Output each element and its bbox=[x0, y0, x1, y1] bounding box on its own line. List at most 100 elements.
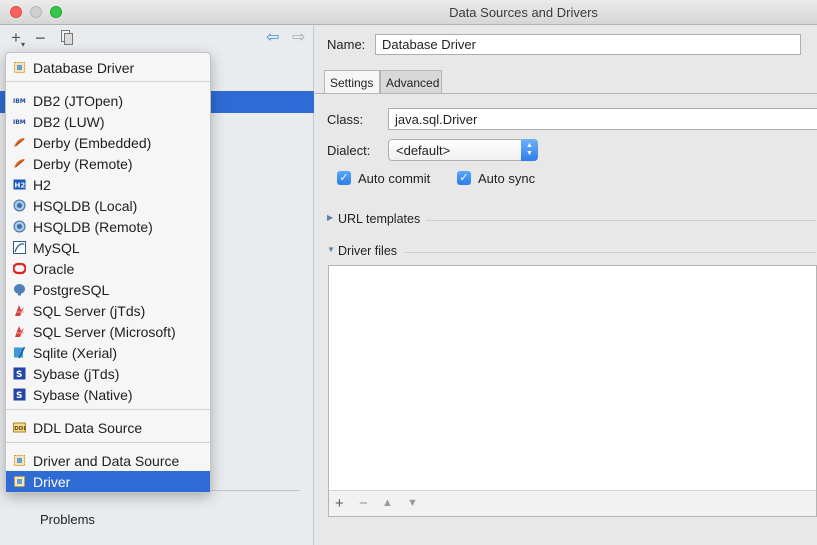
auto-sync-label: Auto sync bbox=[478, 171, 536, 186]
class-input[interactable]: java.sql.Driver bbox=[388, 108, 817, 130]
svg-text:S: S bbox=[16, 391, 22, 401]
svg-text:H2: H2 bbox=[15, 182, 26, 190]
back-arrow-icon[interactable]: ⇦ bbox=[266, 30, 279, 46]
menu-item-label: MySQL bbox=[33, 240, 80, 256]
menu-item-label: DB2 (LUW) bbox=[33, 114, 105, 130]
sqlserver-icon bbox=[13, 325, 26, 338]
menu-item-driver-and-data-source[interactable]: Driver and Data Source bbox=[6, 450, 210, 471]
menu-item-label: H2 bbox=[33, 177, 51, 193]
svg-text:IBM: IBM bbox=[13, 98, 26, 105]
sybase-icon: S bbox=[13, 388, 26, 401]
auto-commit-label: Auto commit bbox=[358, 171, 431, 186]
menu-item-sybase-native[interactable]: S Sybase (Native) bbox=[6, 384, 210, 405]
derby-icon bbox=[13, 136, 26, 149]
menu-item-derby-remote[interactable]: Derby (Remote) bbox=[6, 153, 210, 174]
tab-divider bbox=[315, 93, 817, 94]
menu-item-label: Sybase (Native) bbox=[33, 387, 133, 403]
expand-arrow-icon: ▶ bbox=[327, 213, 334, 222]
menu-separator bbox=[6, 409, 210, 410]
driver-files-toolbar: + − ▲ ▼ bbox=[329, 490, 816, 516]
ibm-icon: IBM bbox=[13, 94, 26, 107]
remove-file-button[interactable]: − bbox=[359, 495, 368, 512]
move-up-button[interactable]: ▲ bbox=[382, 497, 393, 509]
left-toolbar: +▾ − ⇦ ⇨ bbox=[0, 25, 314, 53]
name-label: Name: bbox=[327, 37, 366, 52]
menu-item-sql-server-microsoft[interactable]: SQL Server (Microsoft) bbox=[6, 321, 210, 342]
tab-settings[interactable]: Settings bbox=[324, 70, 380, 94]
ibm-icon: IBM bbox=[13, 115, 26, 128]
svg-text:S: S bbox=[16, 370, 22, 380]
menu-item-database-driver[interactable]: Database Driver bbox=[6, 57, 210, 78]
menu-item-sybase-jtds[interactable]: S Sybase (jTds) bbox=[6, 363, 210, 384]
add-data-source-menu: Database Driver IBM DB2 (JTOpen) IBM DB2 (LU… bbox=[5, 52, 211, 493]
menu-item-label: SQL Server (Microsoft) bbox=[33, 324, 176, 340]
menu-item-label: DDL Data Source bbox=[33, 420, 143, 436]
menu-item-mysql[interactable]: MySQL bbox=[6, 237, 210, 258]
menu-separator bbox=[6, 81, 210, 82]
menu-item-hsqldb-remote[interactable]: HSQLDB (Remote) bbox=[6, 216, 210, 237]
mysql-icon bbox=[13, 241, 26, 254]
menu-item-label: DB2 (JTOpen) bbox=[33, 93, 123, 109]
title-bar: Data Sources and Drivers bbox=[0, 0, 817, 25]
sqlserver-icon bbox=[13, 304, 26, 317]
menu-item-label: Driver and Data Source bbox=[33, 453, 180, 469]
menu-item-sqlite-xerial[interactable]: Sqlite (Xerial) bbox=[6, 342, 210, 363]
menu-item-label: PostgreSQL bbox=[33, 282, 110, 298]
derby-icon bbox=[13, 157, 26, 170]
menu-item-label: HSQLDB (Remote) bbox=[33, 219, 153, 235]
menu-item-oracle[interactable]: Oracle bbox=[6, 258, 210, 279]
hsqldb-icon bbox=[13, 199, 26, 212]
driver-files-label: Driver files bbox=[338, 244, 398, 258]
menu-item-label: Sybase (jTds) bbox=[33, 366, 120, 382]
menu-item-hsqldb-local[interactable]: HSQLDB (Local) bbox=[6, 195, 210, 216]
menu-separator bbox=[6, 442, 210, 443]
select-arrows-icon: ▲ ▼ bbox=[521, 139, 538, 161]
duplicate-button[interactable] bbox=[59, 30, 73, 46]
dropdown-arrow-icon: ▾ bbox=[20, 40, 25, 49]
plus-icon: + bbox=[11, 28, 21, 47]
menu-item-postgresql[interactable]: PostgreSQL bbox=[6, 279, 210, 300]
problems-item[interactable]: Problems bbox=[40, 512, 95, 527]
menu-item-db2-luw[interactable]: IBM DB2 (LUW) bbox=[6, 111, 210, 132]
checkmark-icon: ✓ bbox=[457, 171, 471, 185]
collapse-arrow-icon: ▼ bbox=[327, 245, 335, 254]
menu-item-sql-server-jtds[interactable]: SQL Server (jTds) bbox=[6, 300, 210, 321]
hsqldb-icon bbox=[13, 220, 26, 233]
move-down-button[interactable]: ▼ bbox=[407, 497, 418, 509]
checkmark-icon: ✓ bbox=[337, 171, 351, 185]
section-divider bbox=[405, 252, 816, 253]
add-file-button[interactable]: + bbox=[335, 495, 344, 512]
driver-icon bbox=[13, 61, 26, 74]
tab-advanced[interactable]: Advanced bbox=[380, 70, 442, 94]
svg-text:IBM: IBM bbox=[13, 119, 26, 126]
url-templates-label: URL templates bbox=[338, 212, 421, 226]
menu-item-db2-jtopen[interactable]: IBM DB2 (JTOpen) bbox=[6, 90, 210, 111]
ddl-icon: DDL bbox=[13, 421, 27, 434]
menu-item-label: SQL Server (jTds) bbox=[33, 303, 146, 319]
menu-item-derby-embedded[interactable]: Derby (Embedded) bbox=[6, 132, 210, 153]
section-divider bbox=[426, 220, 816, 221]
sqlite-icon bbox=[13, 346, 26, 359]
menu-item-driver[interactable]: Driver bbox=[6, 471, 210, 492]
dialect-label: Dialect: bbox=[327, 143, 371, 158]
name-input[interactable]: Database Driver bbox=[375, 34, 801, 55]
menu-item-label: Database Driver bbox=[33, 60, 135, 76]
driver-icon bbox=[13, 475, 26, 488]
driver-icon bbox=[13, 454, 26, 467]
remove-button[interactable]: − bbox=[35, 29, 46, 47]
menu-item-label: Derby (Remote) bbox=[33, 156, 133, 172]
dialect-value: <default> bbox=[396, 143, 451, 158]
menu-item-label: HSQLDB (Local) bbox=[33, 198, 138, 214]
menu-item-label: Oracle bbox=[33, 261, 75, 277]
menu-item-label: Driver bbox=[33, 474, 71, 490]
menu-item-ddl-data-source[interactable]: DDL DDL Data Source bbox=[6, 417, 210, 438]
h2-icon: H2 bbox=[13, 178, 26, 191]
svg-text:DDL: DDL bbox=[14, 426, 26, 432]
menu-item-h2[interactable]: H2 H2 bbox=[6, 174, 210, 195]
menu-item-label: Derby (Embedded) bbox=[33, 135, 152, 151]
driver-files-list[interactable]: + − ▲ ▼ bbox=[328, 265, 817, 517]
window-title: Data Sources and Drivers bbox=[449, 5, 598, 20]
add-button[interactable]: +▾ bbox=[11, 28, 25, 53]
forward-arrow-icon[interactable]: ⇨ bbox=[292, 30, 305, 46]
dialect-select[interactable]: <default> ▲ ▼ bbox=[388, 139, 538, 161]
